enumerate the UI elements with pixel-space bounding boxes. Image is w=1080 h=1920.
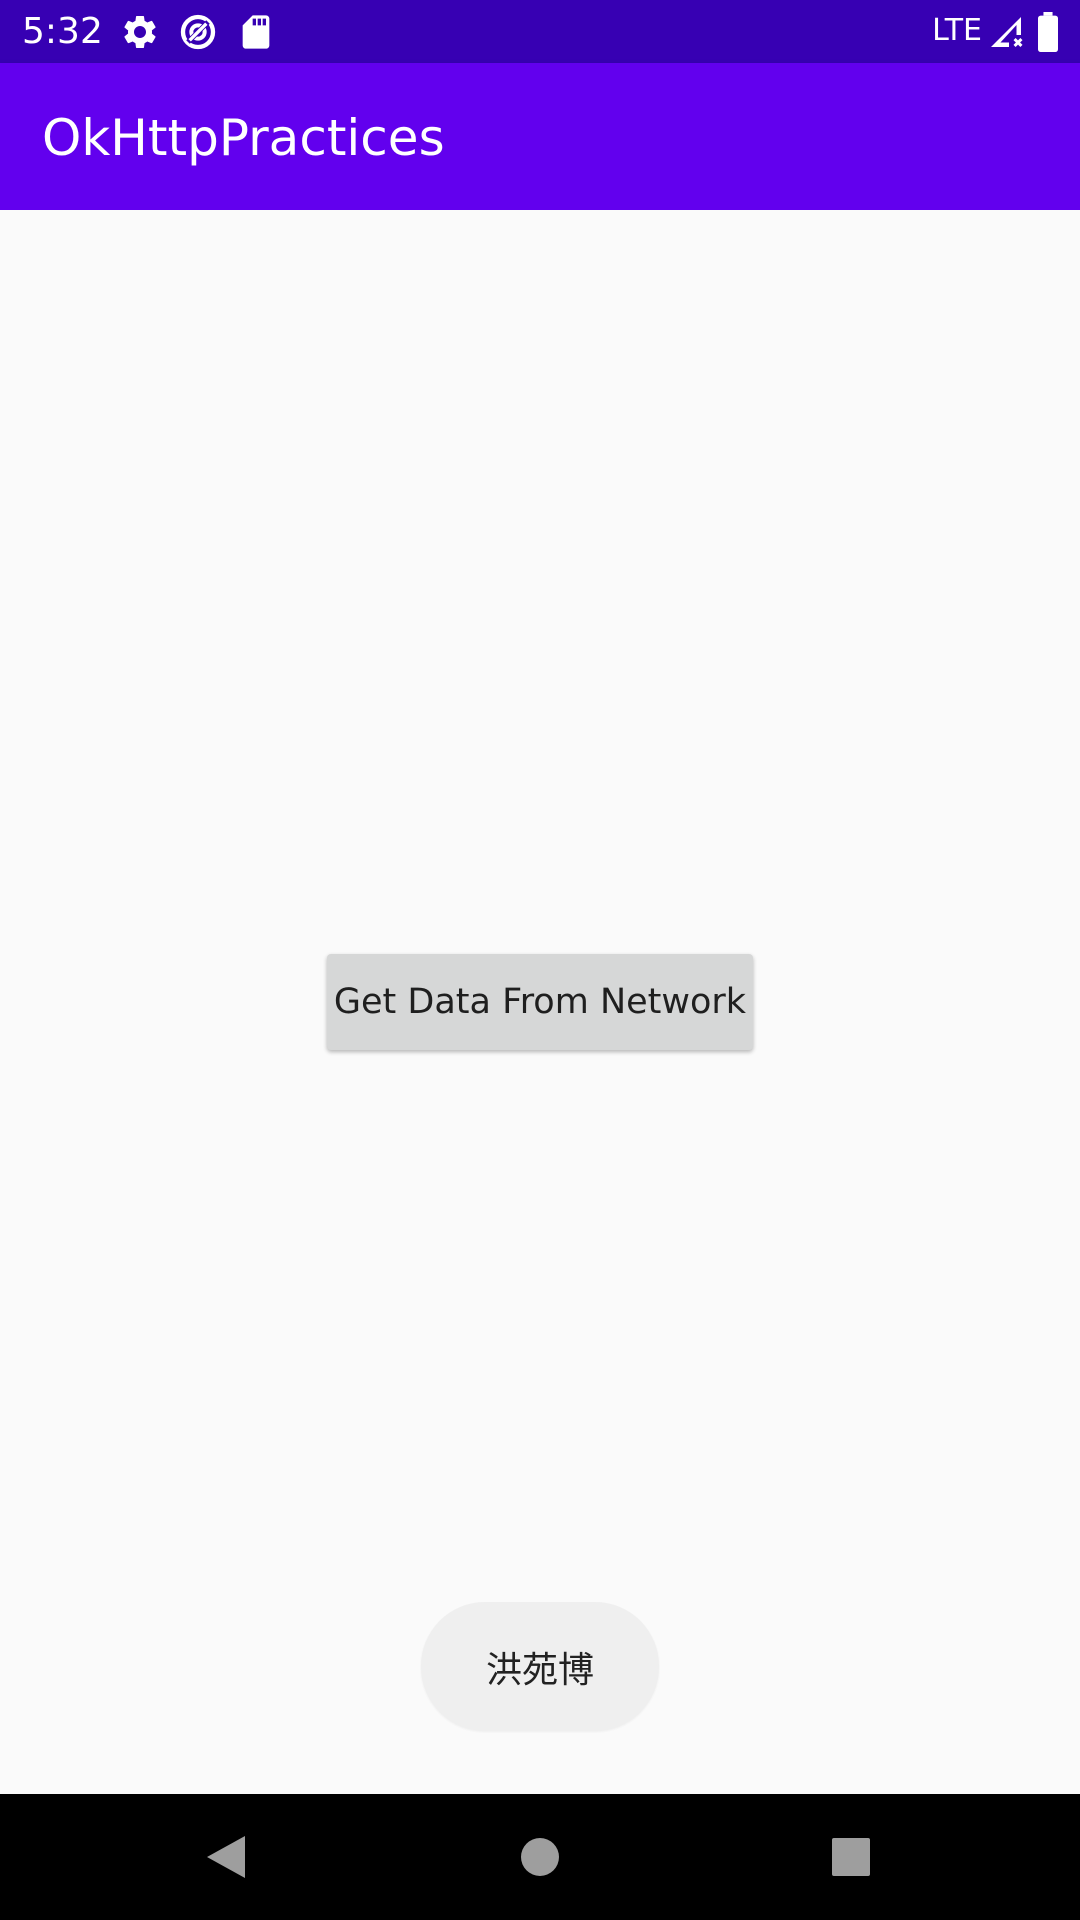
toast-message: 洪苑博	[421, 1602, 659, 1731]
data-saver-icon	[178, 12, 218, 52]
main-content: Get Data From Network 洪苑博	[0, 210, 1080, 1794]
home-icon[interactable]	[507, 1824, 573, 1890]
get-data-button[interactable]: Get Data From Network	[327, 954, 753, 1050]
app-title: OkHttpPractices	[42, 109, 445, 167]
recents-icon[interactable]	[818, 1824, 884, 1890]
navigation-bar	[0, 1794, 1080, 1920]
battery-icon	[1036, 12, 1060, 52]
status-time: 5:32	[22, 11, 103, 52]
network-type: LTE	[932, 13, 982, 48]
status-bar: 5:32 LTE	[0, 0, 1080, 63]
back-icon[interactable]	[193, 1824, 259, 1890]
signal-icon	[988, 12, 1028, 52]
settings-icon	[120, 12, 160, 52]
app-bar: OkHttpPractices	[0, 63, 1080, 210]
screen: 5:32 LTE OkHttpPractices Get Data From N…	[0, 0, 1080, 1920]
sd-card-icon	[236, 12, 276, 52]
toast-text: 洪苑博	[485, 1649, 594, 1691]
